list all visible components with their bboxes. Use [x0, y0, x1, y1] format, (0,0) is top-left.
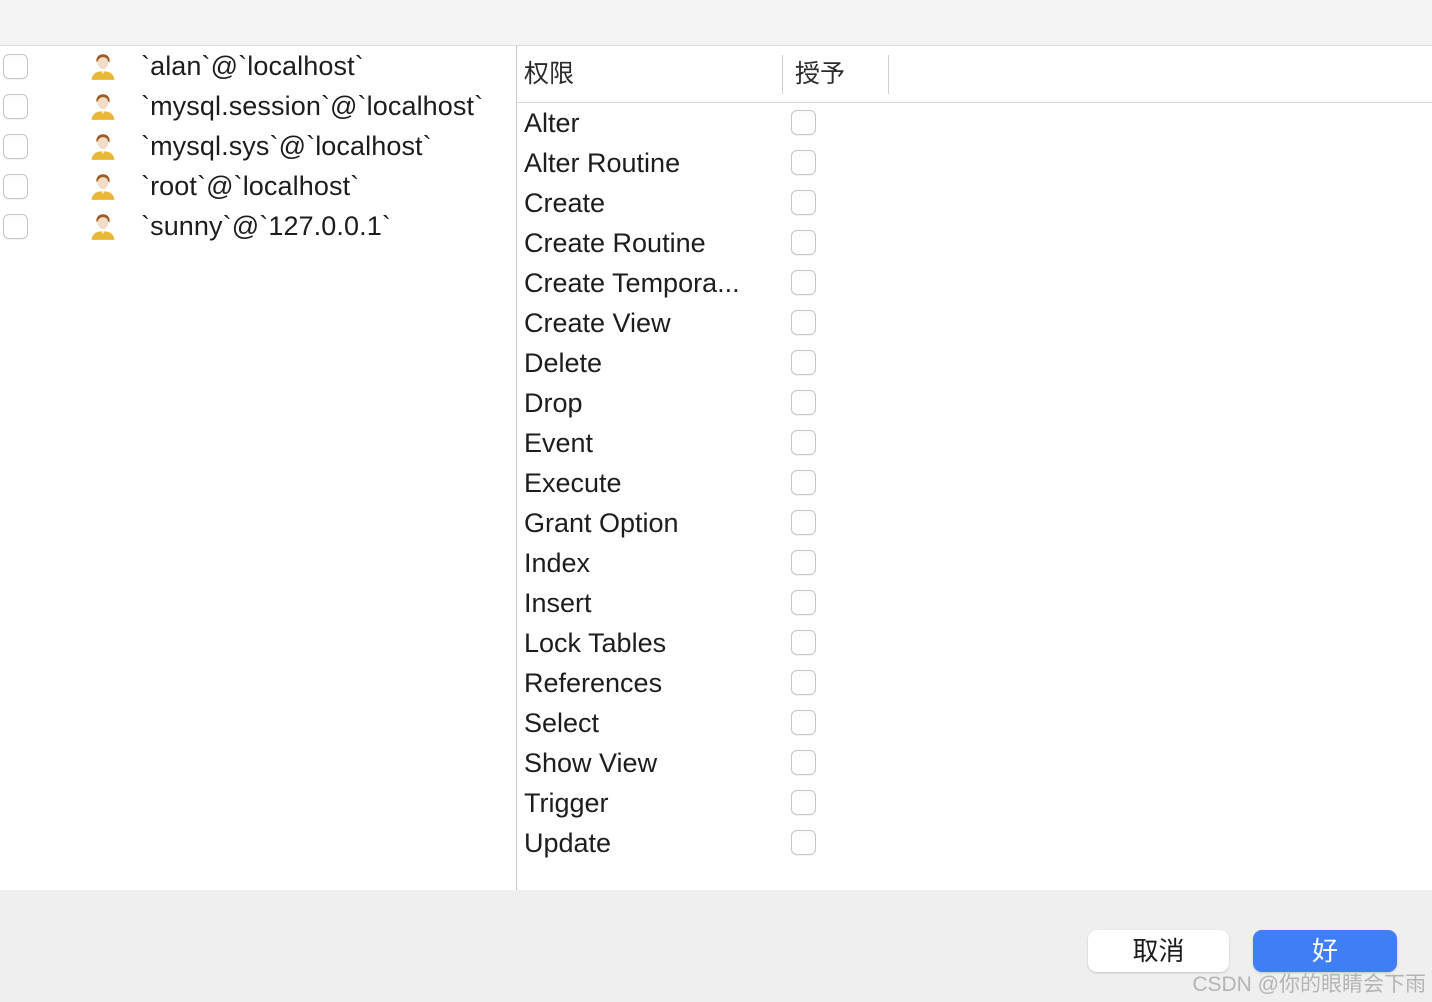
- user-select-checkbox[interactable]: [3, 94, 28, 119]
- user-select-checkbox[interactable]: [3, 134, 28, 159]
- user-select-checkbox[interactable]: [3, 174, 28, 199]
- permission-name-label: Trigger: [524, 788, 609, 818]
- dialog-footer: 取消 好 CSDN @你的眼睛会下雨: [0, 890, 1432, 1002]
- user-avatar-icon: [88, 52, 118, 82]
- permission-grant-checkbox[interactable]: [791, 270, 816, 295]
- permission-grant-checkbox[interactable]: [791, 350, 816, 375]
- permission-name-label: Alter: [524, 108, 580, 138]
- permission-name-label: Create View: [524, 308, 671, 338]
- permission-name-label: Event: [524, 428, 594, 458]
- permission-row[interactable]: Alter Routine: [517, 143, 1432, 183]
- permission-name-label: Create Routine: [524, 228, 706, 258]
- user-name-label: `sunny`@`127.0.0.1`: [141, 211, 391, 241]
- permission-grant-checkbox[interactable]: [791, 590, 816, 615]
- permission-grant-checkbox[interactable]: [791, 670, 816, 695]
- user-list-item[interactable]: `mysql.sys`@`localhost`: [0, 126, 516, 166]
- permission-name-label: Create: [524, 188, 606, 218]
- user-select-checkbox[interactable]: [3, 54, 28, 79]
- permission-row[interactable]: Select: [517, 703, 1432, 743]
- permission-grant-checkbox[interactable]: [791, 750, 816, 775]
- permission-grant-checkbox[interactable]: [791, 830, 816, 855]
- permission-grant-checkbox[interactable]: [791, 510, 816, 535]
- permission-grant-checkbox[interactable]: [791, 310, 816, 335]
- permission-name-label: Lock Tables: [524, 628, 667, 658]
- permission-name-label: Grant Option: [524, 508, 679, 538]
- permission-grant-checkbox[interactable]: [791, 190, 816, 215]
- permission-name-label: Select: [524, 708, 600, 738]
- user-name-label: `mysql.sys`@`localhost`: [141, 131, 432, 161]
- dialog-titlebar-strip: [0, 0, 1432, 46]
- user-list-item[interactable]: `root`@`localhost`: [0, 166, 516, 206]
- permission-grant-checkbox[interactable]: [791, 230, 816, 255]
- user-list-item[interactable]: `sunny`@`127.0.0.1`: [0, 206, 516, 246]
- permission-name-label: Drop: [524, 388, 583, 418]
- permission-grant-checkbox[interactable]: [791, 150, 816, 175]
- permission-grant-checkbox[interactable]: [791, 630, 816, 655]
- permission-grant-checkbox[interactable]: [791, 390, 816, 415]
- permission-row[interactable]: Create View: [517, 303, 1432, 343]
- user-name-label: `mysql.session`@`localhost`: [141, 91, 484, 121]
- permission-row[interactable]: Trigger: [517, 783, 1432, 823]
- permission-grant-checkbox[interactable]: [791, 110, 816, 135]
- permission-name-label: Show View: [524, 748, 658, 778]
- permission-name-label: Execute: [524, 468, 622, 498]
- permission-grant-checkbox[interactable]: [791, 470, 816, 495]
- permission-row[interactable]: Delete: [517, 343, 1432, 383]
- permission-name-label: Index: [524, 548, 591, 578]
- column-header-permission[interactable]: 权限: [524, 46, 574, 103]
- permission-row[interactable]: Drop: [517, 383, 1432, 423]
- permission-grant-checkbox[interactable]: [791, 430, 816, 455]
- permission-name-label: Create Tempora...: [524, 268, 740, 298]
- permission-row[interactable]: Update: [517, 823, 1432, 863]
- permission-row[interactable]: References: [517, 663, 1432, 703]
- permission-row[interactable]: Grant Option: [517, 503, 1432, 543]
- permission-row[interactable]: Create Tempora...: [517, 263, 1432, 303]
- permissions-table-body: Alter Alter Routine Create Create Routine Cr…: [517, 103, 1432, 890]
- user-avatar-icon: [88, 92, 118, 122]
- permission-grant-checkbox[interactable]: [791, 550, 816, 575]
- header-divider-2[interactable]: [888, 55, 889, 94]
- column-header-grant[interactable]: 授予: [795, 46, 845, 103]
- permission-name-label: Alter Routine: [524, 148, 681, 178]
- permission-name-label: Insert: [524, 588, 592, 618]
- users-pane: `alan`@`localhost` `mysql.session`@`local…: [0, 46, 516, 890]
- user-avatar-icon: [88, 172, 118, 202]
- cancel-button[interactable]: 取消: [1088, 930, 1229, 972]
- user-select-checkbox[interactable]: [3, 214, 28, 239]
- permission-row[interactable]: Create Routine: [517, 223, 1432, 263]
- user-name-label: `alan`@`localhost`: [141, 51, 364, 81]
- user-list-item[interactable]: `mysql.session`@`localhost`: [0, 86, 516, 126]
- csdn-watermark: CSDN @你的眼睛会下雨: [1192, 973, 1426, 996]
- permission-grant-checkbox[interactable]: [791, 710, 816, 735]
- user-name-label: `root`@`localhost`: [141, 171, 360, 201]
- user-avatar-icon: [88, 212, 118, 242]
- header-divider-1[interactable]: [782, 55, 783, 94]
- permission-grant-checkbox[interactable]: [791, 790, 816, 815]
- permission-row[interactable]: Event: [517, 423, 1432, 463]
- permission-name-label: References: [524, 668, 663, 698]
- permission-row[interactable]: Execute: [517, 463, 1432, 503]
- permission-row[interactable]: Insert: [517, 583, 1432, 623]
- permissions-pane: 权限 授予 Alter Alter Routine Create Create Rou…: [517, 46, 1432, 890]
- permissions-dialog: `alan`@`localhost` `mysql.session`@`local…: [0, 0, 1432, 1002]
- permission-row[interactable]: Show View: [517, 743, 1432, 783]
- permission-row[interactable]: Alter: [517, 103, 1432, 143]
- permission-name-label: Delete: [524, 348, 603, 378]
- user-avatar-icon: [88, 132, 118, 162]
- permission-row[interactable]: Lock Tables: [517, 623, 1432, 663]
- permission-row[interactable]: Create: [517, 183, 1432, 223]
- ok-button[interactable]: 好: [1253, 930, 1397, 972]
- dialog-content-area: `alan`@`localhost` `mysql.session`@`local…: [0, 46, 1432, 890]
- permissions-table-header: 权限 授予: [517, 46, 1432, 103]
- permission-name-label: Update: [524, 828, 612, 858]
- user-list-item[interactable]: `alan`@`localhost`: [0, 46, 516, 86]
- permission-row[interactable]: Index: [517, 543, 1432, 583]
